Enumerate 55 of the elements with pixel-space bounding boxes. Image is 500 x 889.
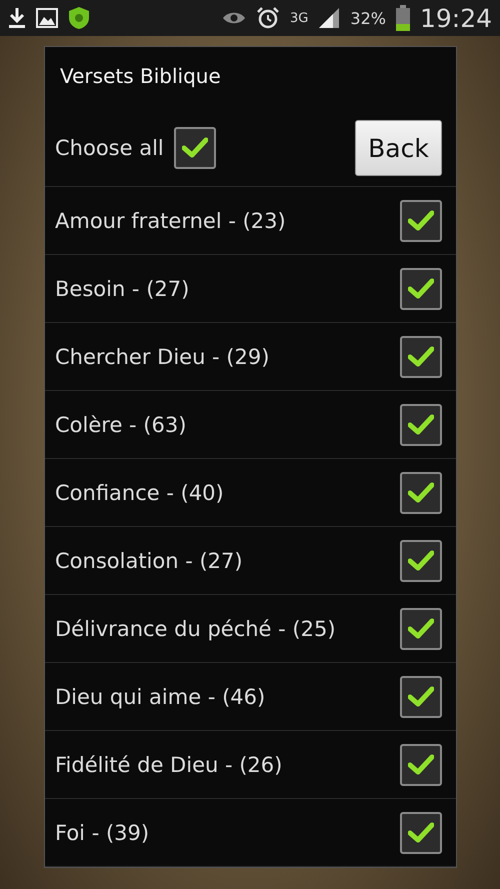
choose-all-checkbox[interactable] <box>174 127 216 170</box>
category-row[interactable]: Dieu qui aime - (46) <box>45 663 456 731</box>
category-label: Colère - (63) <box>55 412 186 436</box>
eye-icon <box>222 10 246 26</box>
category-checkbox[interactable] <box>400 540 442 582</box>
alarm-icon <box>256 6 280 30</box>
category-label: Consolation - (27) <box>55 548 243 572</box>
battery-percent: 32% <box>350 8 386 28</box>
category-label: Fidélité de Dieu - (26) <box>55 752 282 776</box>
category-checkbox[interactable] <box>400 608 442 650</box>
category-label: Confiance - (40) <box>55 480 224 504</box>
check-icon <box>408 550 434 572</box>
dialog-title: Versets Biblique <box>59 63 222 90</box>
check-icon <box>408 346 434 368</box>
battery-icon <box>396 5 410 31</box>
category-row[interactable]: Besoin - (27) <box>45 255 456 323</box>
category-label: Dieu qui aime - (46) <box>55 684 266 708</box>
check-icon <box>408 482 434 504</box>
check-icon <box>408 278 434 300</box>
category-label: Foi - (39) <box>55 820 150 844</box>
category-row[interactable]: Fidélité de Dieu - (26) <box>45 731 456 799</box>
check-icon <box>408 754 434 776</box>
category-row[interactable]: Colère - (63) <box>45 391 456 459</box>
category-row[interactable]: Chercher Dieu - (29) <box>45 323 456 391</box>
category-label: Amour fraternel - (23) <box>55 208 286 232</box>
check-icon <box>408 414 434 436</box>
check-icon <box>182 137 208 160</box>
check-icon <box>408 210 434 232</box>
category-checkbox[interactable] <box>400 404 442 446</box>
category-row[interactable]: Amour fraternel - (23) <box>45 187 456 255</box>
category-label: Chercher Dieu - (29) <box>55 344 270 368</box>
category-label: Délivrance du péché - (25) <box>55 616 336 640</box>
check-icon <box>408 686 434 708</box>
back-button[interactable]: Back <box>355 120 442 176</box>
network-type: 3G <box>290 10 308 26</box>
choose-all-label: Choose all <box>55 136 164 160</box>
check-icon <box>408 822 434 844</box>
category-checkbox[interactable] <box>400 676 442 718</box>
category-checkbox[interactable] <box>400 472 442 514</box>
category-row[interactable]: Consolation - (27) <box>45 527 456 595</box>
clock-time: 19:24 <box>420 4 492 32</box>
category-row[interactable]: Confiance - (40) <box>45 459 456 527</box>
signal-icon <box>318 7 340 29</box>
category-checkbox[interactable] <box>400 744 442 786</box>
category-label: Besoin - (27) <box>55 276 190 300</box>
category-checkbox[interactable] <box>400 268 442 310</box>
image-icon <box>36 8 58 28</box>
category-checkbox[interactable] <box>400 336 442 378</box>
shield-icon <box>68 6 90 30</box>
category-row[interactable]: Délivrance du péché - (25) <box>45 595 456 663</box>
category-row[interactable]: Foi - (39) <box>45 799 456 867</box>
category-checkbox[interactable] <box>400 200 442 242</box>
category-checkbox[interactable] <box>400 812 442 854</box>
check-icon <box>408 618 434 640</box>
download-icon <box>8 7 26 29</box>
